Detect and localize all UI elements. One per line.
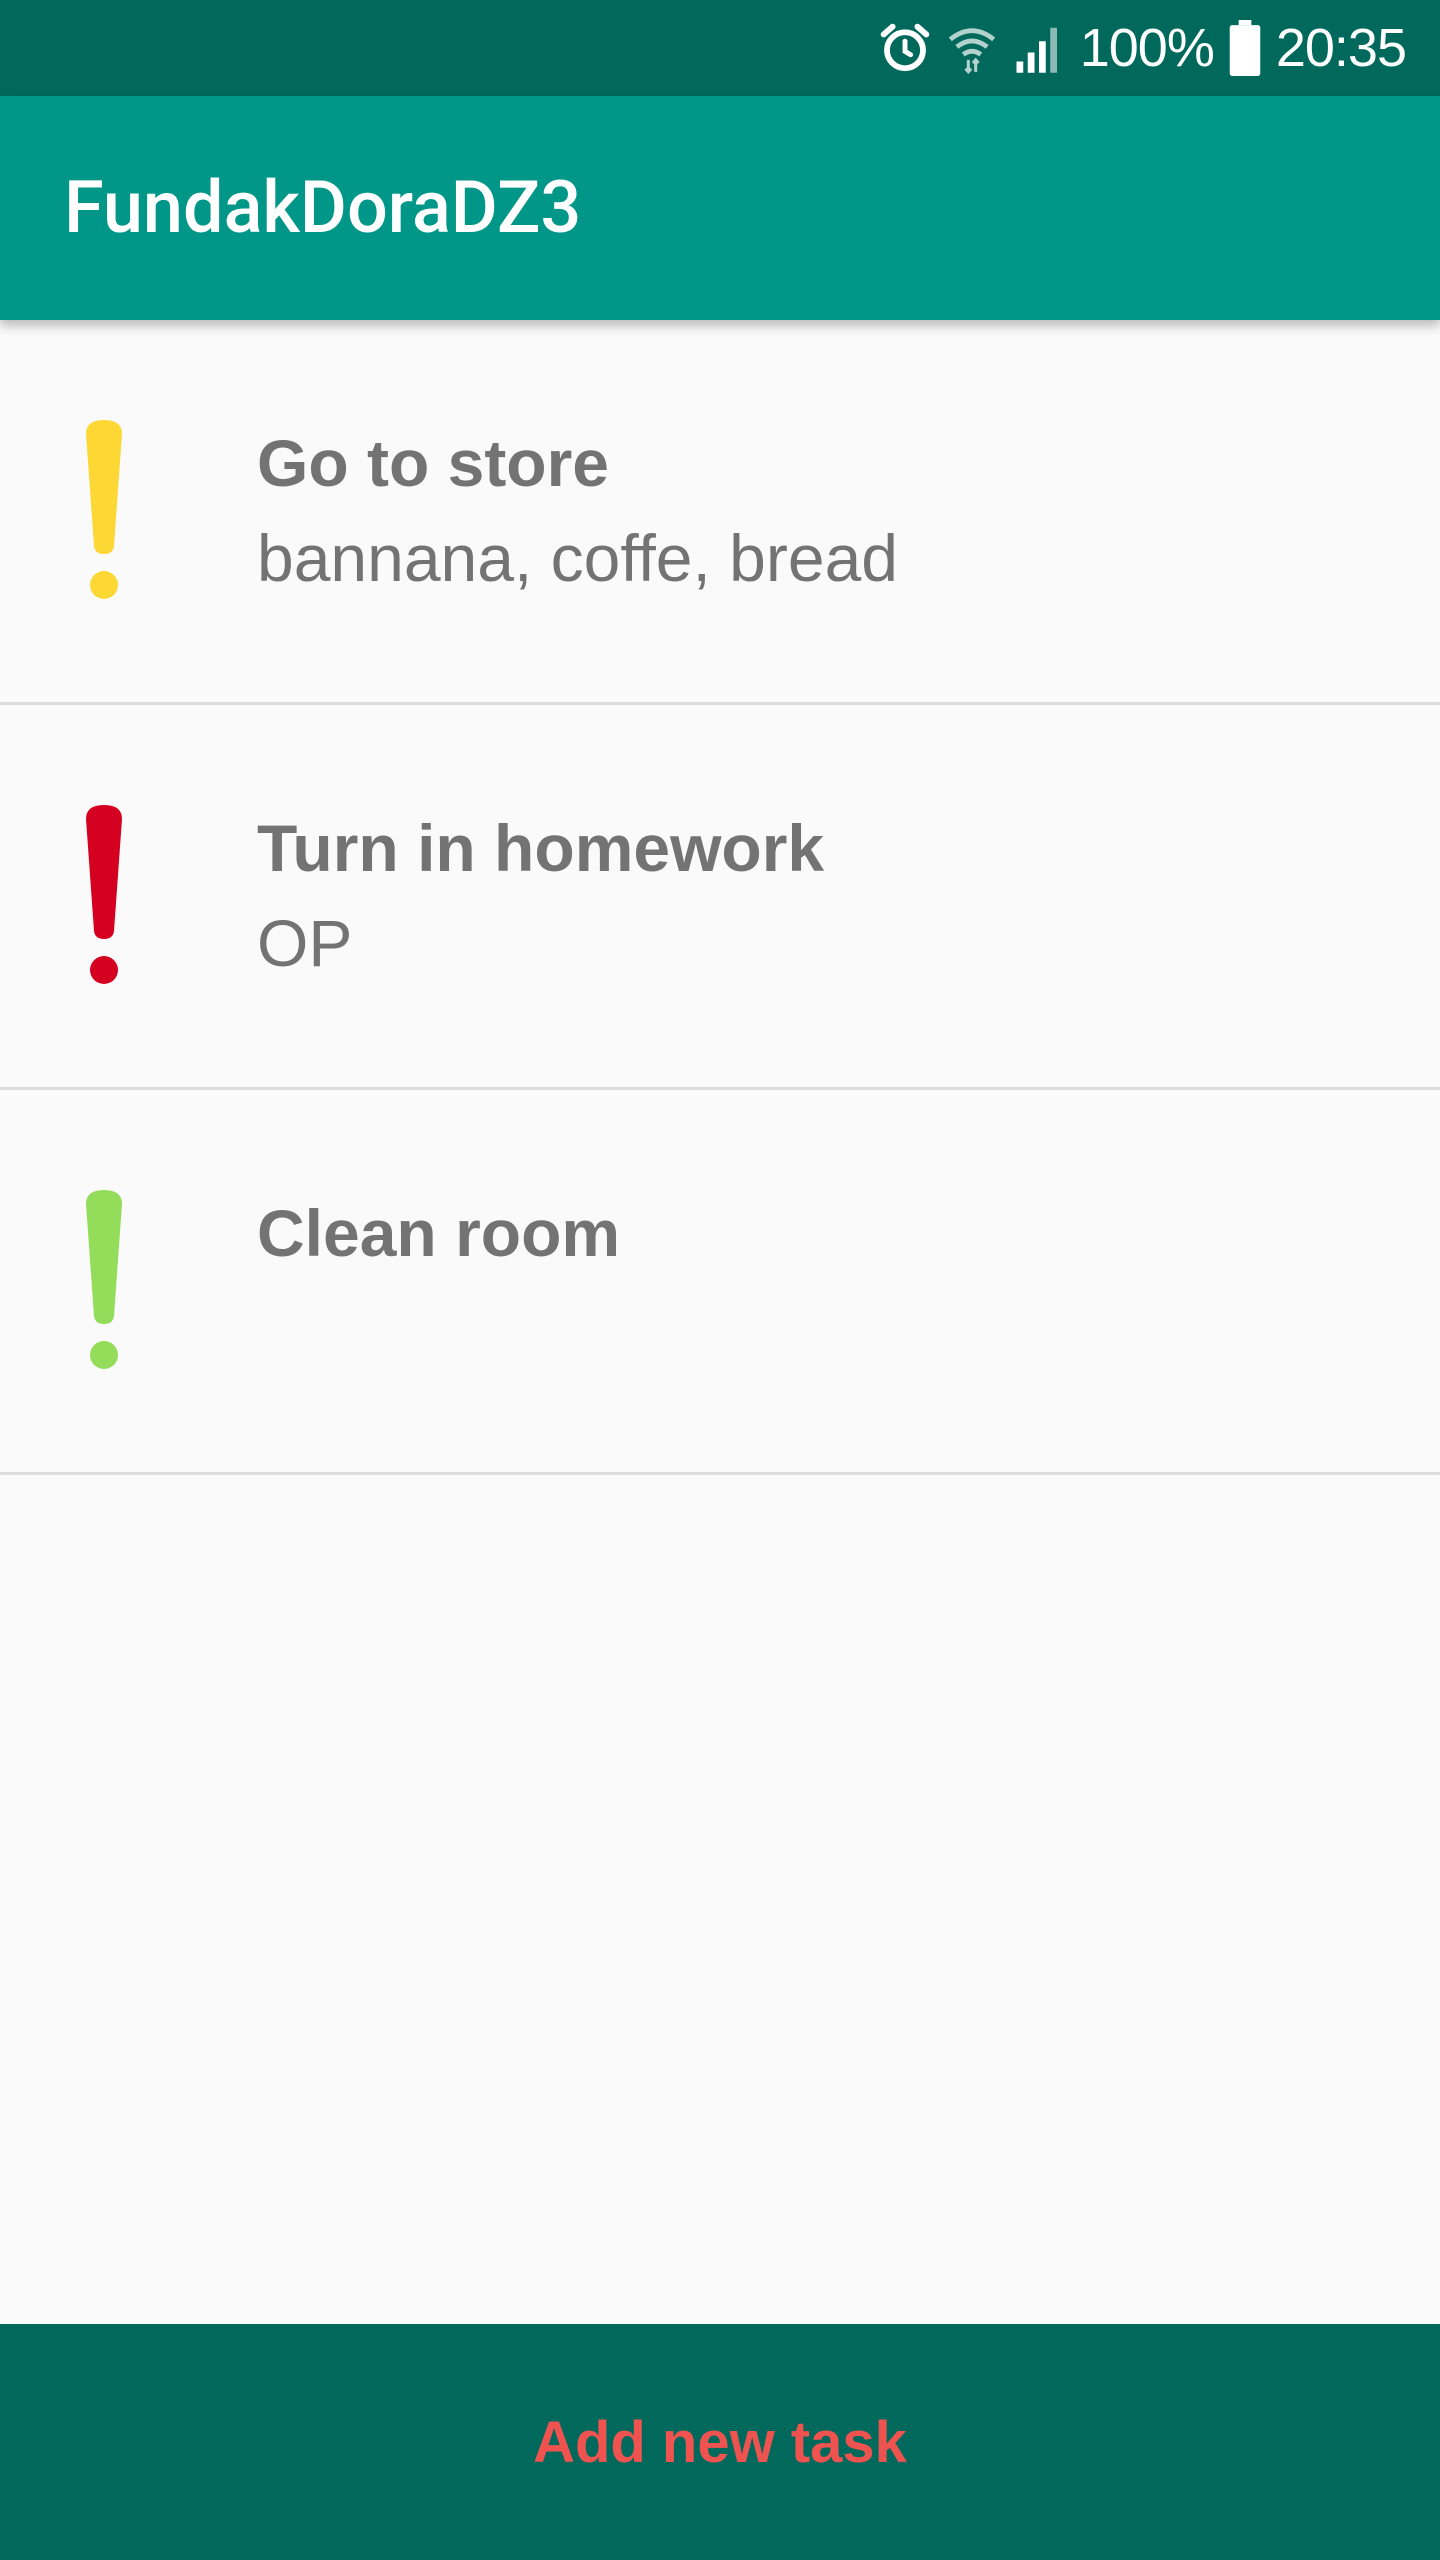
exclamation-icon xyxy=(86,805,122,984)
task-item[interactable]: Clean room xyxy=(0,1090,1440,1475)
screen: 100% 20:35 FundakDoraDZ3 Go to store ban… xyxy=(0,0,1440,2560)
task-title: Clean room xyxy=(257,1196,621,1270)
task-title: Turn in homework xyxy=(257,811,825,885)
app-bar: FundakDoraDZ3 xyxy=(0,96,1440,320)
exclamation-icon xyxy=(86,1190,122,1369)
battery-icon xyxy=(1228,20,1262,76)
clock: 20:35 xyxy=(1275,18,1407,78)
status-bar: 100% 20:35 xyxy=(0,0,1440,96)
task-item[interactable]: Go to store bannana, coffe, bread xyxy=(0,320,1440,705)
exclamation-icon xyxy=(86,420,122,599)
cellular-signal-icon xyxy=(1012,21,1066,75)
add-new-task-label: Add new task xyxy=(533,2409,907,2475)
task-description: OP xyxy=(257,906,353,980)
task-list: Go to store bannana, coffe, bread Turn i… xyxy=(0,320,1440,1475)
task-description: bannana, coffe, bread xyxy=(257,521,898,595)
app-title: FundakDoraDZ3 xyxy=(64,165,582,250)
task-item[interactable]: Turn in homework OP xyxy=(0,705,1440,1090)
wifi-icon xyxy=(946,21,998,75)
alarm-icon xyxy=(878,21,932,75)
task-title: Go to store xyxy=(257,426,610,500)
battery-percentage: 100% xyxy=(1079,18,1215,78)
status-indicators: 100% 20:35 xyxy=(878,0,1407,96)
add-new-task-button[interactable]: Add new task xyxy=(0,2324,1440,2560)
